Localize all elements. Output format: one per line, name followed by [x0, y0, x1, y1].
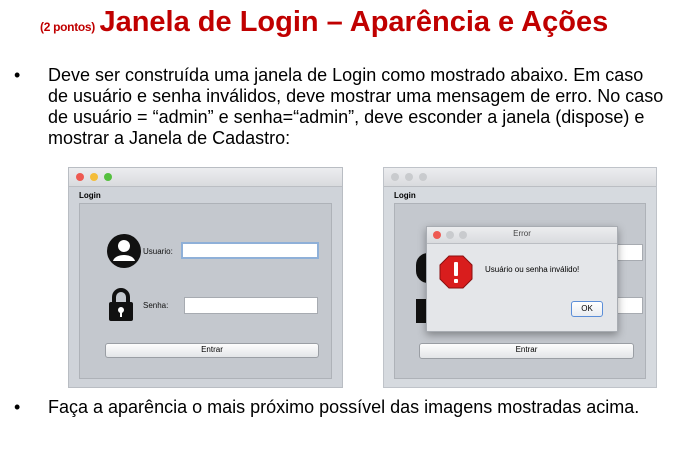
bullet-text: Faça a aparência o mais próximo possível…: [48, 397, 640, 417]
zoom-light-icon[interactable]: [104, 173, 112, 181]
zoom-light-icon[interactable]: [419, 173, 427, 181]
bullet-instructions: • Deve ser construída uma janela de Logi…: [14, 65, 664, 155]
password-label: Senha:: [143, 301, 169, 310]
padlock-icon: [109, 288, 133, 321]
login-window-screenshot: Login Usuario: Senha: Entrar: [68, 167, 343, 388]
slide-title: (2 pontos) Janela de Login – Aparência e…: [40, 6, 608, 39]
minimize-light-icon[interactable]: [405, 173, 413, 181]
bullet-dot: •: [14, 397, 21, 417]
dialog-title: Error: [513, 229, 531, 238]
ok-button[interactable]: OK: [571, 301, 603, 317]
user-input[interactable]: [181, 242, 319, 259]
bullet-appearance: • Faça a aparência o mais próximo possív…: [14, 397, 664, 441]
window-titlebar: [384, 168, 656, 187]
password-input[interactable]: [184, 297, 318, 314]
user-label: Usuario:: [143, 247, 173, 256]
bullet-text: Deve ser construída uma janela de Login …: [48, 65, 664, 148]
user-avatar-icon: [107, 234, 141, 268]
window-titlebar: [69, 168, 342, 187]
error-message: Usuário ou senha inválido!: [485, 265, 580, 274]
points-label: (2 pontos): [40, 20, 95, 34]
title-text: Janela de Login – Aparência e Ações: [99, 6, 609, 38]
close-light-icon[interactable]: [76, 173, 84, 181]
bullet-dot: •: [14, 65, 21, 85]
dialog-titlebar: Error: [427, 227, 617, 244]
login-button[interactable]: Entrar: [419, 343, 634, 359]
error-dialog: Error Usuário ou senha inválido! OK: [426, 226, 618, 332]
login-button[interactable]: Entrar: [105, 343, 319, 358]
login-panel: Usuario: Senha: Entrar: [79, 203, 332, 379]
login-window-title: Login: [394, 191, 416, 200]
minimize-light-icon[interactable]: [90, 173, 98, 181]
error-octagon-icon: [439, 255, 473, 289]
close-light-icon[interactable]: [391, 173, 399, 181]
login-window-title: Login: [79, 191, 101, 200]
error-window-screenshot: Login Entrar Error Usuário ou senha invá…: [383, 167, 657, 388]
